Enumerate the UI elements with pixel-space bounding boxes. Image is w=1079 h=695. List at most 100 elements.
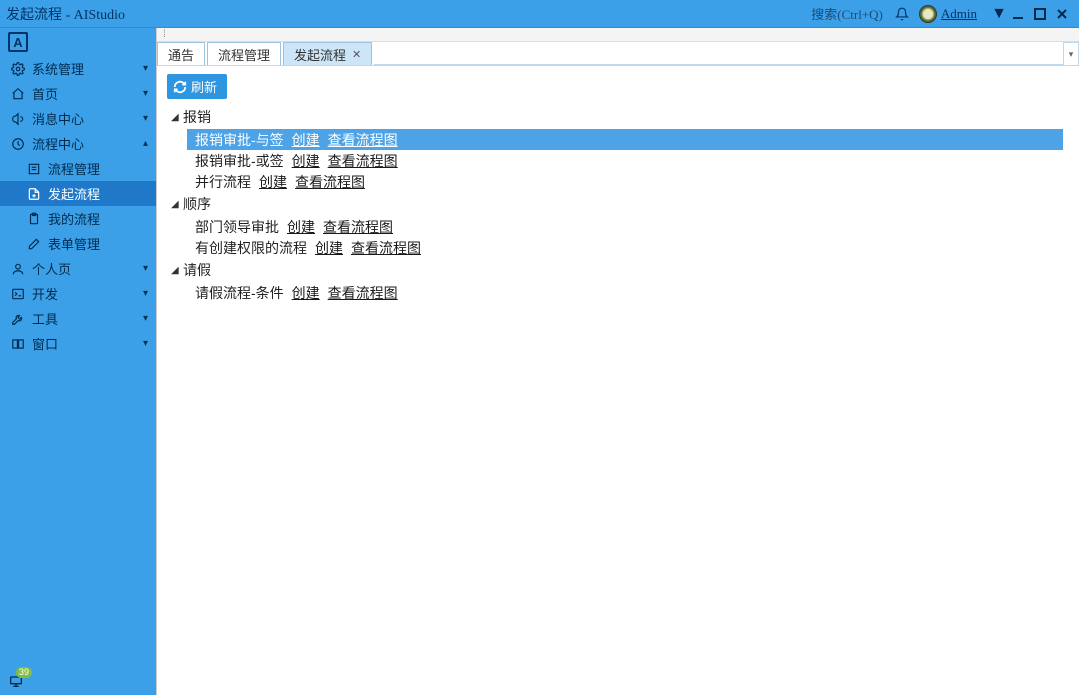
tree-row[interactable]: 报销审批-与签创建查看流程图	[187, 129, 1063, 150]
tree-group-0[interactable]: ◢报销	[167, 105, 1069, 129]
row-label: 报销审批-或签	[195, 151, 284, 171]
chevron-icon: ▾	[143, 113, 148, 124]
sidebar-label: 工具	[32, 309, 143, 328]
avatar[interactable]	[919, 5, 937, 23]
tree-row[interactable]: 并行流程创建查看流程图	[167, 171, 1069, 192]
terminal-icon	[10, 287, 26, 301]
refresh-button[interactable]: 刷新	[167, 74, 227, 99]
sidebar-label: 发起流程	[48, 184, 148, 203]
sidebar-label: 流程中心	[32, 134, 143, 153]
close-icon[interactable]: ✕	[352, 48, 361, 61]
sidebar-label: 我的流程	[48, 209, 148, 228]
close-button[interactable]	[1051, 4, 1073, 24]
app-window: 发起流程 - AIStudio 搜索(Ctrl+Q) Admin ▼ A 系统管…	[0, 0, 1079, 695]
gear-icon	[10, 62, 26, 76]
sidebar: A 系统管理▾首页▾消息中心▾流程中心▴流程管理发起流程我的流程表单管理个人页▾…	[0, 28, 156, 695]
sidebar-item-3[interactable]: 流程中心▴	[0, 131, 156, 156]
chevron-icon: ▾	[143, 63, 148, 74]
tree-row[interactable]: 报销审批-或签创建查看流程图	[167, 150, 1069, 171]
nav: 系统管理▾首页▾消息中心▾流程中心▴流程管理发起流程我的流程表单管理个人页▾开发…	[0, 56, 156, 667]
user-name[interactable]: Admin	[941, 6, 977, 22]
sidebar-label: 开发	[32, 284, 143, 303]
tab-label: 发起流程	[294, 45, 346, 64]
sidebar-label: 消息中心	[32, 109, 143, 128]
status-icon[interactable]: 39	[8, 673, 24, 689]
chevron-icon: ▴	[143, 138, 148, 149]
chevron-icon: ▾	[143, 288, 148, 299]
tab-1[interactable]: 流程管理	[207, 42, 281, 65]
clipboard-icon	[26, 212, 42, 226]
tree-group-1[interactable]: ◢顺序	[167, 192, 1069, 216]
list-icon	[26, 162, 42, 176]
tab-2[interactable]: 发起流程 ✕	[283, 42, 372, 65]
create-link[interactable]: 创建	[292, 283, 320, 303]
chevron-icon: ▾	[143, 313, 148, 324]
triangle-icon: ◢	[171, 199, 183, 210]
maximize-button[interactable]	[1029, 4, 1051, 24]
triangle-icon: ◢	[171, 112, 183, 123]
create-link[interactable]: 创建	[292, 151, 320, 171]
tree-row[interactable]: 有创建权限的流程创建查看流程图	[167, 237, 1069, 258]
file-plus-icon	[26, 187, 42, 201]
tree-row[interactable]: 请假流程-条件创建查看流程图	[167, 282, 1069, 303]
view-link[interactable]: 查看流程图	[328, 130, 398, 150]
create-link[interactable]: 创建	[292, 130, 320, 150]
view-link[interactable]: 查看流程图	[351, 238, 421, 258]
create-link[interactable]: 创建	[315, 238, 343, 258]
sidebar-item-5[interactable]: 发起流程	[0, 181, 156, 206]
tab-label: 通告	[168, 45, 194, 64]
row-label: 有创建权限的流程	[195, 238, 307, 258]
wrench-icon	[10, 312, 26, 326]
group-label: 请假	[183, 260, 211, 280]
sidebar-item-4[interactable]: 流程管理	[0, 156, 156, 181]
main: ⁞ 通告流程管理发起流程✕▾ 刷新 ◢报销报销审批-与签创建查看流程图报销审批-…	[156, 28, 1079, 695]
pin-icon[interactable]: ▼	[985, 4, 1007, 24]
view-link[interactable]: 查看流程图	[328, 283, 398, 303]
tree-group-2[interactable]: ◢请假	[167, 258, 1069, 282]
view-link[interactable]: 查看流程图	[328, 151, 398, 171]
sidebar-item-1[interactable]: 首页▾	[0, 81, 156, 106]
sidebar-item-11[interactable]: 窗口▾	[0, 331, 156, 356]
group-label: 顺序	[183, 194, 211, 214]
tree: ◢报销报销审批-与签创建查看流程图报销审批-或签创建查看流程图并行流程创建查看流…	[167, 105, 1069, 303]
create-link[interactable]: 创建	[259, 172, 287, 192]
minimize-button[interactable]	[1007, 4, 1029, 24]
refresh-label: 刷新	[191, 77, 217, 96]
sidebar-label: 系统管理	[32, 59, 143, 78]
sidebar-label: 个人页	[32, 259, 143, 278]
sidebar-item-9[interactable]: 开发▾	[0, 281, 156, 306]
tab-label: 流程管理	[218, 45, 270, 64]
row-label: 并行流程	[195, 172, 251, 192]
row-label: 报销审批-与签	[195, 130, 284, 150]
content: 刷新 ◢报销报销审批-与签创建查看流程图报销审批-或签创建查看流程图并行流程创建…	[157, 66, 1079, 695]
toolstrip: ⁞	[157, 28, 1079, 42]
sidebar-item-2[interactable]: 消息中心▾	[0, 106, 156, 131]
chevron-icon: ▾	[143, 263, 148, 274]
tab-0[interactable]: 通告	[157, 42, 205, 65]
sidebar-item-8[interactable]: 个人页▾	[0, 256, 156, 281]
sidebar-label: 首页	[32, 84, 143, 103]
megaphone-icon	[10, 112, 26, 126]
tree-row[interactable]: 部门领导审批创建查看流程图	[167, 216, 1069, 237]
group-label: 报销	[183, 107, 211, 127]
create-link[interactable]: 创建	[287, 217, 315, 237]
titlebar: 发起流程 - AIStudio 搜索(Ctrl+Q) Admin ▼	[0, 0, 1079, 28]
sidebar-item-7[interactable]: 表单管理	[0, 231, 156, 256]
edit-icon	[26, 237, 42, 251]
row-label: 部门领导审批	[195, 217, 279, 237]
chevron-icon: ▾	[143, 338, 148, 349]
sidebar-item-0[interactable]: 系统管理▾	[0, 56, 156, 81]
sidebar-item-10[interactable]: 工具▾	[0, 306, 156, 331]
tabs-dropdown[interactable]: ▾	[1063, 42, 1079, 65]
sidebar-item-6[interactable]: 我的流程	[0, 206, 156, 231]
tabs: 通告 流程管理 发起流程 ✕ ▾	[157, 42, 1079, 66]
logo[interactable]: A	[0, 28, 156, 56]
view-link[interactable]: 查看流程图	[295, 172, 365, 192]
bell-icon[interactable]	[895, 7, 909, 21]
view-link[interactable]: 查看流程图	[323, 217, 393, 237]
refresh-icon	[173, 80, 187, 94]
search-hint[interactable]: 搜索(Ctrl+Q)	[811, 4, 883, 23]
triangle-icon: ◢	[171, 265, 183, 276]
chevron-icon: ▾	[143, 88, 148, 99]
window-icon	[10, 337, 26, 351]
